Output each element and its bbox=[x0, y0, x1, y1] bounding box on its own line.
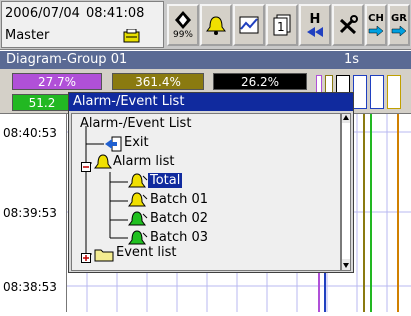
memory-icon bbox=[123, 28, 141, 43]
svg-text:1: 1 bbox=[277, 20, 285, 34]
top-toolbar: 2006/07/04 08:41:08 Master 99% 1 H CH GR bbox=[0, 0, 411, 50]
tree-view: Alarm-/Event List Exit Alarm list Total … bbox=[71, 113, 341, 271]
pages-icon: 1 bbox=[273, 14, 291, 36]
tree-item-batch-03[interactable]: Batch 03 bbox=[150, 230, 208, 245]
alarm-event-popup: Alarm-/Event List Alarm-/Event List Exit bbox=[68, 92, 354, 273]
tree-item-exit[interactable]: Exit bbox=[124, 135, 149, 150]
tree-item-event-list[interactable]: Event list bbox=[116, 245, 176, 260]
date-display: 2006/07/04 bbox=[5, 6, 80, 21]
user-display: Master bbox=[5, 28, 50, 43]
arrow-right-icon bbox=[391, 25, 407, 37]
channel-marker[interactable] bbox=[370, 75, 384, 109]
status-panel: 2006/07/04 08:41:08 Master bbox=[1, 1, 164, 48]
time-display: 08:41:08 bbox=[86, 6, 145, 21]
exit-icon bbox=[104, 136, 122, 156]
time-label: 08:40:53 bbox=[3, 126, 57, 140]
channel-label: CH bbox=[368, 13, 384, 24]
tree-item-alarm-list[interactable]: Alarm list bbox=[113, 154, 174, 169]
group-label: GR bbox=[391, 13, 407, 24]
group-button[interactable]: GR bbox=[388, 4, 410, 46]
channel-marker[interactable] bbox=[353, 75, 367, 109]
tree-root-label: Alarm-/Event List bbox=[80, 116, 192, 131]
navigation-button[interactable]: 99% bbox=[167, 4, 199, 46]
channel-button[interactable]: CH bbox=[365, 4, 387, 46]
tree-item-batch-01[interactable]: Batch 01 bbox=[150, 192, 208, 207]
diagram-interval: 1s bbox=[344, 52, 360, 67]
scroll-up-icon[interactable] bbox=[342, 114, 350, 122]
time-label: 08:38:53 bbox=[3, 280, 57, 294]
tools-icon bbox=[339, 15, 358, 35]
tools-button[interactable] bbox=[332, 4, 364, 46]
alarm-bell-icon bbox=[128, 173, 148, 194]
folder-icon bbox=[94, 247, 114, 266]
diagram-button[interactable] bbox=[233, 4, 265, 46]
channel-value-1[interactable]: 27.7% bbox=[12, 73, 102, 90]
diagram-icon bbox=[239, 16, 259, 34]
scroll-down-icon[interactable] bbox=[342, 261, 350, 269]
alarm-bell-icon bbox=[128, 192, 148, 213]
rewind-icon bbox=[307, 26, 323, 37]
alarm-bell-icon bbox=[94, 154, 112, 175]
alarm-bell-green-icon bbox=[128, 211, 148, 232]
pages-button[interactable]: 1 bbox=[266, 4, 298, 46]
scroll-track[interactable] bbox=[342, 123, 350, 259]
alarm-button[interactable] bbox=[200, 4, 232, 46]
channel-value-3[interactable]: 26.2% bbox=[213, 73, 307, 90]
time-axis: 08:40:53 08:39:53 08:38:53 bbox=[0, 114, 67, 312]
diagram-title: Diagram-Group 01 bbox=[6, 52, 128, 67]
tree-item-total[interactable]: Total bbox=[148, 173, 183, 188]
channel-value-4[interactable]: 51.2 bbox=[12, 94, 72, 111]
history-label: H bbox=[309, 11, 321, 27]
arrow-right-icon bbox=[368, 25, 384, 37]
popup-title: Alarm-/Event List bbox=[69, 93, 353, 111]
time-label: 08:39:53 bbox=[3, 206, 57, 220]
history-button[interactable]: H bbox=[299, 4, 331, 46]
channel-value-2[interactable]: 361.4% bbox=[112, 73, 204, 90]
expand-icon[interactable] bbox=[81, 249, 92, 268]
channel-marker[interactable] bbox=[387, 75, 401, 109]
diamond-arrows-icon bbox=[175, 11, 191, 29]
zoom-label: 99% bbox=[172, 30, 193, 40]
collapse-icon[interactable] bbox=[81, 158, 92, 177]
popup-scrollbar[interactable] bbox=[341, 113, 351, 271]
tree-item-batch-02[interactable]: Batch 02 bbox=[150, 211, 208, 226]
alarm-bell-icon bbox=[206, 16, 226, 35]
diagram-header: Diagram-Group 01 1s bbox=[0, 51, 411, 69]
